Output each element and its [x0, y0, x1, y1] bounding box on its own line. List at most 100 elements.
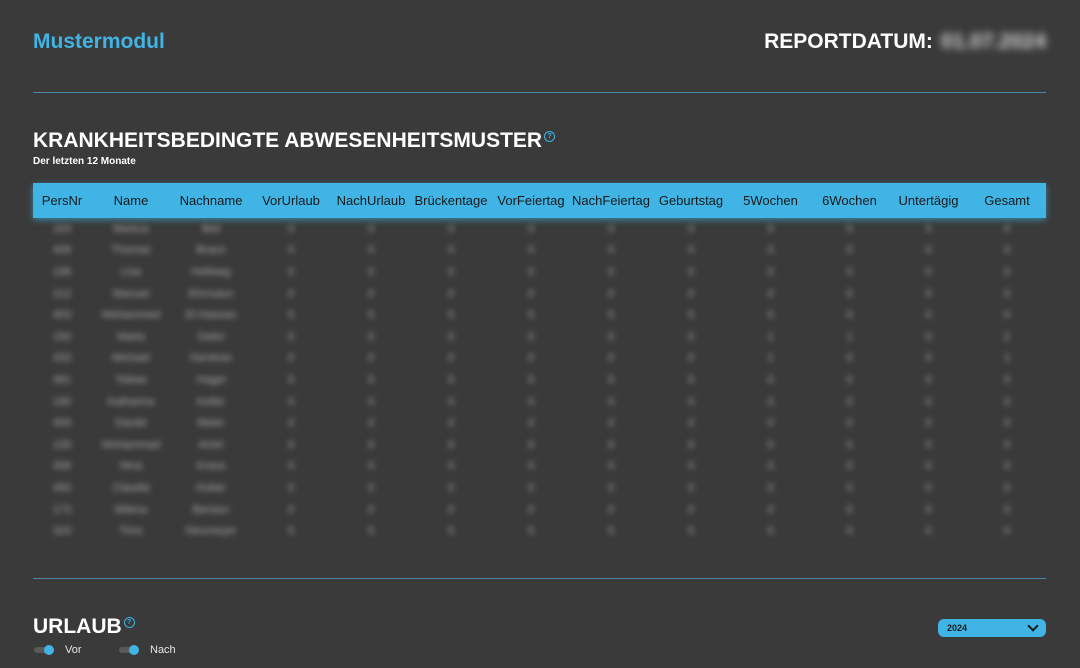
- table-cell: 0: [287, 481, 295, 494]
- table-row[interactable]: 198 Lisa Hellweg 0 0 0 0 0 0 0 0 0 0: [33, 261, 1046, 283]
- column-header[interactable]: PersNr: [33, 183, 91, 218]
- column-header[interactable]: Gesamt: [968, 183, 1046, 218]
- table-row[interactable]: 324 Timo Neumeyer 0 0 0 0 0 0 0 0 0 0: [33, 520, 1046, 542]
- table-cell: 0: [287, 309, 295, 322]
- table-cell: 0: [846, 525, 853, 538]
- table-row[interactable]: 173 Milena Berisov 0 0 0 0 0 0 0 0 0 0: [33, 499, 1046, 521]
- table-cell: 0: [447, 417, 455, 430]
- absence-subtitle: Der letzten 12 Monate: [33, 156, 136, 167]
- toggle-vor[interactable]: Vor: [34, 644, 82, 656]
- table-cell: Manuel: [112, 287, 150, 300]
- table-cell: 0: [447, 222, 455, 235]
- table-cell: 0: [287, 503, 295, 516]
- column-header[interactable]: Brückentage: [411, 183, 491, 218]
- table-cell: 0: [367, 287, 375, 300]
- table-cell: 0: [527, 417, 535, 430]
- table-cell: Nina: [119, 460, 143, 473]
- table-cell: 0: [846, 395, 853, 408]
- table-cell: 0: [527, 330, 535, 343]
- table-cell: 0: [1003, 525, 1011, 538]
- table-header-row: PersNr Name Nachname VorUrlaub NachUrlaub Brü…: [33, 183, 1046, 218]
- column-header[interactable]: VorFeiertag: [491, 183, 571, 218]
- table-body: 103 Markus Beil 0 0 0 0 0 0 0 0 0 0 408 Thomas Braun 0 0 0…: [33, 218, 1046, 542]
- table-cell: 0: [447, 309, 455, 322]
- table-cell: 0: [925, 525, 932, 538]
- table-cell: 0: [687, 352, 695, 365]
- help-icon[interactable]: ?: [544, 131, 556, 142]
- table-cell: Daniel: [115, 417, 147, 430]
- table-cell: 0: [925, 287, 932, 300]
- table-row[interactable]: 308 Nina Kraus 0 0 0 0 0 0 0 0 0 0: [33, 456, 1046, 478]
- table-row[interactable]: 190 Katharina Keller 0 0 0 0 0 0 0 0 0 0: [33, 391, 1046, 413]
- table-row[interactable]: 150 Maria Gebri 0 0 0 0 0 0 1 1 0 2: [33, 326, 1046, 348]
- table-cell: Lisa: [120, 265, 142, 278]
- table-cell: 0: [767, 287, 774, 300]
- table-cell: 0: [287, 438, 295, 451]
- table-row[interactable]: 403 Mohammed El-Hassan 0 0 0 0 0 0 0 0 0 0: [33, 304, 1046, 326]
- table-cell: 0: [367, 222, 375, 235]
- table-row[interactable]: 408 Thomas Braun 0 0 0 0 0 0 0 0 0 0: [33, 240, 1046, 262]
- table-cell: Gerstner: [189, 352, 233, 365]
- table-cell: 0: [846, 244, 853, 257]
- column-header[interactable]: 5Wochen: [731, 183, 810, 218]
- table-cell: 0: [687, 460, 695, 473]
- table-cell: Gebri: [197, 330, 225, 343]
- table-cell: 0: [447, 265, 455, 278]
- table-row[interactable]: 409 Daniel Meier 0 0 0 0 0 0 0 0 0 0: [33, 412, 1046, 434]
- table-cell: 0: [367, 330, 375, 343]
- table-cell: Hagel: [196, 373, 226, 386]
- report-date-label: REPORTDATUM:: [764, 30, 933, 53]
- table-cell: 0: [1003, 438, 1011, 451]
- table-row[interactable]: 450 Claudia Huber 0 0 0 0 0 0 0 0 0 0: [33, 477, 1046, 499]
- table-cell: 0: [925, 503, 932, 516]
- column-header[interactable]: NachUrlaub: [331, 183, 411, 218]
- table-cell: 0: [367, 417, 375, 430]
- toggle-nach[interactable]: Nach: [119, 644, 176, 656]
- table-row[interactable]: 433 Michael Gerstner 0 0 0 0 0 0 1 0 0 1: [33, 348, 1046, 370]
- column-header[interactable]: VorUrlaub: [251, 183, 331, 218]
- column-header[interactable]: NachFeiertag: [571, 183, 651, 218]
- table-cell: Kraus: [196, 460, 226, 473]
- section-divider: [33, 578, 1046, 579]
- table-cell: 0: [607, 287, 615, 300]
- table-cell: 324: [52, 525, 72, 538]
- table-cell: 408: [52, 244, 72, 257]
- year-select-value: 2024: [947, 623, 968, 633]
- table-cell: 0: [1003, 287, 1011, 300]
- table-cell: 0: [687, 438, 695, 451]
- table-cell: 0: [767, 503, 774, 516]
- report-date: REPORTDATUM: 01.07.2024: [764, 30, 1046, 54]
- toggle-switch[interactable]: [119, 645, 141, 655]
- table-cell: 2: [1003, 330, 1011, 343]
- table-cell: Keller: [196, 395, 226, 408]
- table-cell: 0: [367, 309, 375, 322]
- toggle-vor-label: Vor: [65, 644, 82, 656]
- toggle-switch[interactable]: [34, 645, 56, 655]
- table-cell: 0: [447, 503, 455, 516]
- table-row[interactable]: 128 Mohammad Amiri 0 0 0 0 0 0 0 0 0 0: [33, 434, 1046, 456]
- table-cell: 0: [367, 525, 375, 538]
- table-cell: 0: [846, 373, 853, 386]
- table-cell: 409: [52, 417, 72, 430]
- column-header[interactable]: Name: [91, 183, 171, 218]
- table-cell: 0: [527, 438, 535, 451]
- table-cell: 0: [1003, 265, 1011, 278]
- table-cell: 0: [687, 330, 695, 343]
- table-row[interactable]: 481 Tobias Hagel 0 0 0 0 0 0 0 0 0 0: [33, 369, 1046, 391]
- year-select[interactable]: 2024: [938, 619, 1046, 637]
- table-row[interactable]: 103 Markus Beil 0 0 0 0 0 0 0 0 0 0: [33, 218, 1046, 240]
- table-cell: 0: [607, 525, 615, 538]
- column-header[interactable]: Nachname: [171, 183, 251, 218]
- table-cell: 0: [846, 309, 853, 322]
- table-row[interactable]: 212 Manuel Ehrmann 0 0 0 0 0 0 0 0 0 0: [33, 283, 1046, 305]
- help-icon[interactable]: ?: [123, 617, 135, 628]
- table-cell: 0: [1003, 222, 1011, 235]
- column-header[interactable]: Untertägig: [889, 183, 968, 218]
- table-cell: 0: [607, 417, 615, 430]
- table-cell: 1: [846, 330, 853, 343]
- column-header[interactable]: Geburtstag: [651, 183, 731, 218]
- table-cell: 0: [1003, 309, 1011, 322]
- vacation-title-text: URLAUB: [33, 615, 122, 638]
- column-header[interactable]: 6Wochen: [810, 183, 889, 218]
- table-cell: 1: [1003, 352, 1011, 365]
